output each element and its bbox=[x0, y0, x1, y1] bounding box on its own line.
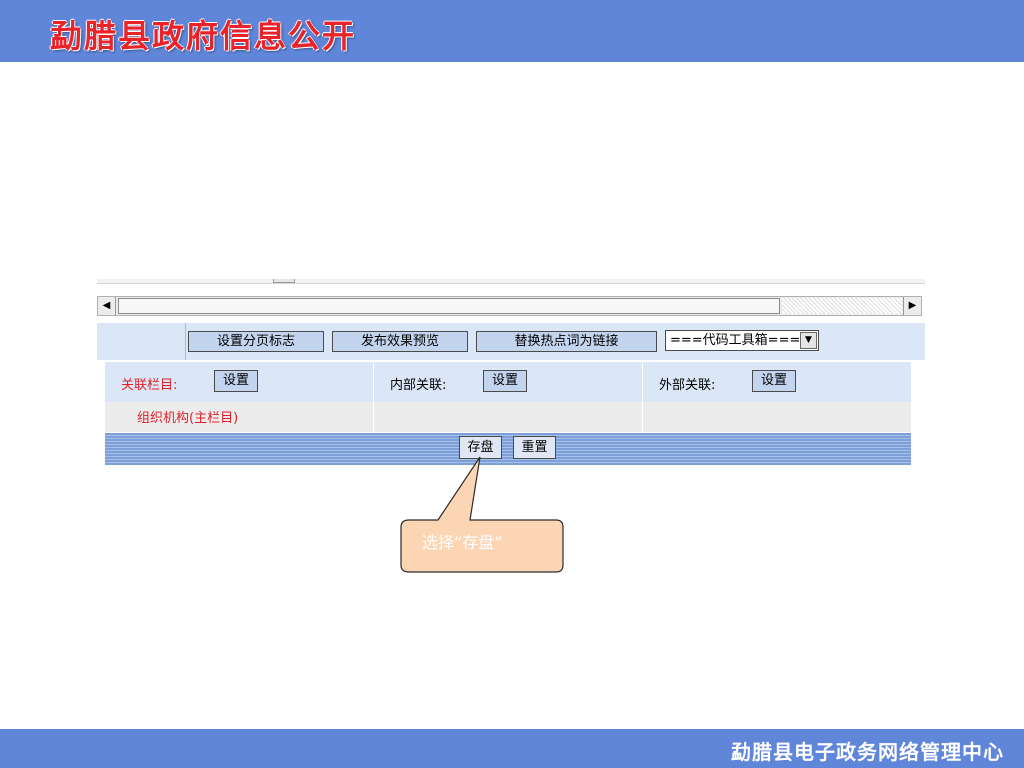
code-toolbox-select[interactable]: ===代码工具箱=== ▼ bbox=[665, 330, 819, 351]
internal-related-label: 内部关联: bbox=[390, 378, 447, 393]
scroll-right-arrow-icon[interactable]: ▶ bbox=[903, 297, 921, 315]
external-related-settings-button[interactable]: 设置 bbox=[752, 370, 796, 392]
chevron-down-icon[interactable]: ▼ bbox=[800, 332, 817, 349]
action-bar bbox=[105, 433, 911, 465]
external-related-label: 外部关联: bbox=[659, 378, 716, 393]
code-toolbox-value: ===代码工具箱=== bbox=[670, 333, 801, 348]
scroll-thumb[interactable] bbox=[118, 298, 780, 314]
related-column-label: 关联栏目: bbox=[121, 378, 178, 393]
replace-hotword-button[interactable]: 替换热点词为链接 bbox=[476, 331, 657, 352]
page-title: 勐腊县政府信息公开 bbox=[50, 17, 357, 55]
toolbar-divider bbox=[185, 323, 186, 360]
column-divider bbox=[642, 362, 643, 432]
column-divider bbox=[373, 362, 374, 432]
preview-button[interactable]: 发布效果预览 bbox=[332, 331, 468, 352]
divider bbox=[97, 283, 925, 284]
reset-button[interactable]: 重置 bbox=[513, 436, 556, 459]
related-column-settings-button[interactable]: 设置 bbox=[214, 370, 258, 392]
scroll-track[interactable] bbox=[782, 298, 902, 314]
set-page-break-button[interactable]: 设置分页标志 bbox=[188, 331, 324, 352]
save-button[interactable]: 存盘 bbox=[459, 436, 502, 459]
main-column-value: 组织机构(主栏目) bbox=[137, 411, 239, 426]
horizontal-scrollbar[interactable]: ◀ ▶ bbox=[97, 296, 922, 316]
callout-text: 选择“存盘” bbox=[422, 533, 503, 552]
footer-text: 勐腊县电子政务网络管理中心 bbox=[731, 740, 1004, 764]
scroll-left-arrow-icon[interactable]: ◀ bbox=[98, 297, 116, 315]
internal-related-settings-button[interactable]: 设置 bbox=[483, 370, 527, 392]
